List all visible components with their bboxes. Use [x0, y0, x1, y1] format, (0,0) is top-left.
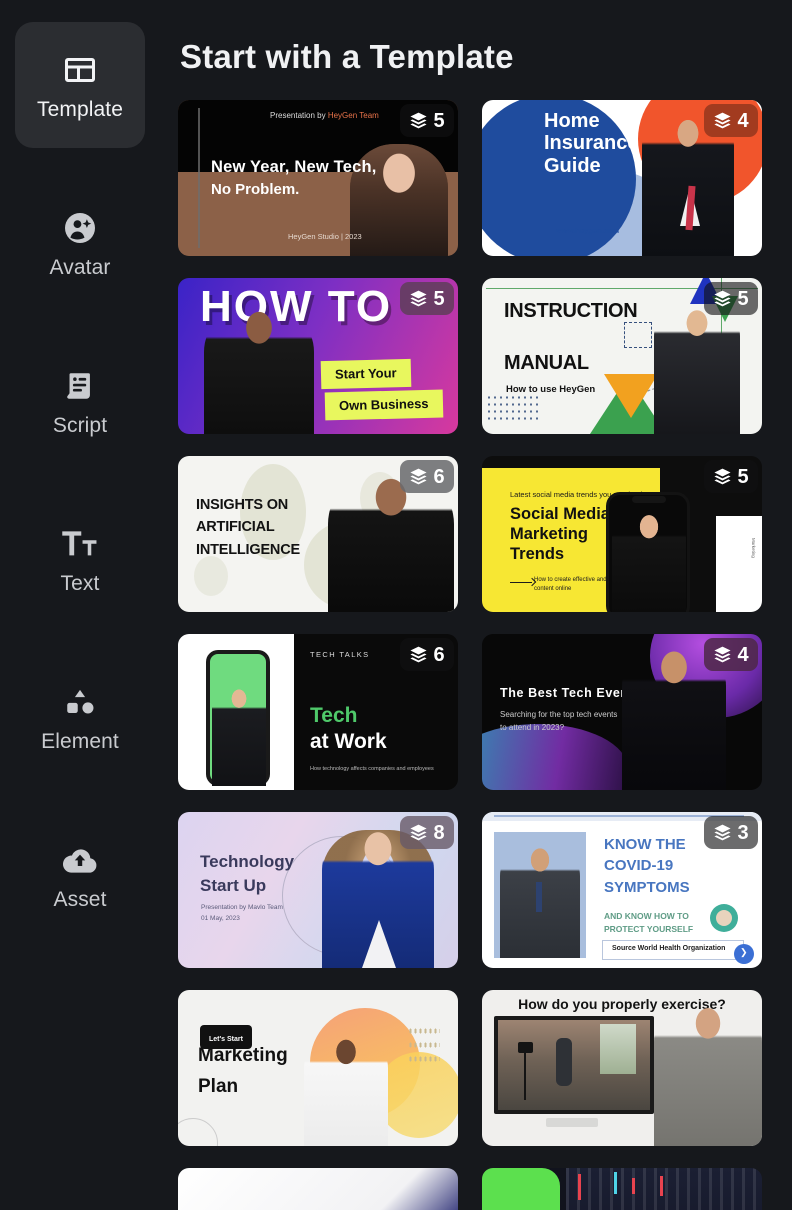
thumb-subtitle: How to use HeyGen: [506, 384, 596, 395]
scene-count-badge: 6: [400, 460, 454, 493]
layers-stack-icon: [409, 467, 428, 486]
thumb-title: Home Insurance Guide: [544, 110, 639, 177]
layers-stack-icon: [713, 823, 732, 842]
scene-count-badge: 5: [400, 104, 454, 137]
layers-stack-icon: [713, 289, 732, 308]
sidebar-item-asset[interactable]: Asset: [15, 812, 145, 938]
template-card[interactable]: Latest social media trends you need to k…: [482, 456, 762, 612]
thumb-title-line2: MANUAL: [504, 352, 589, 374]
template-grid-next-row: [178, 1168, 764, 1210]
scene-count: 5: [433, 287, 445, 310]
thumb-title-line1: New Year, New Tech,: [211, 158, 377, 176]
scene-count-badge: 4: [704, 638, 758, 671]
scene-count-badge: 3: [704, 816, 758, 849]
sidebar-item-label: Element: [41, 730, 119, 753]
thumb-url: www.heygen.com: [556, 226, 620, 235]
layers-stack-icon: [409, 823, 428, 842]
thumb-footnote: How technology affects companies and emp…: [310, 766, 434, 772]
thumb-eyebrow: TECH TALKS: [310, 650, 370, 659]
template-card[interactable]: HOW TO Start Your Own Business 5: [178, 278, 458, 434]
thumb-tag: Let's Start: [209, 1036, 243, 1043]
thumb-side-text: Marketing: [751, 538, 756, 558]
scene-count-badge: 6: [400, 638, 454, 671]
scene-count: 5: [737, 287, 749, 310]
thumb-meta: Presentation by Mavlo Team 01 May, 2023: [201, 904, 283, 923]
template-card[interactable]: [482, 1168, 762, 1210]
thumb-title-line1: Tech: [310, 704, 358, 727]
scene-count: 5: [737, 465, 749, 488]
page-title: Start with a Template: [180, 38, 514, 75]
thumb-title-line2: Start Up: [200, 876, 267, 895]
layers-stack-icon: [409, 645, 428, 664]
layers-stack-icon: [713, 467, 732, 486]
thumb-chip-1: Start Your: [334, 365, 397, 382]
template-grid: Presentation by HeyGen Team New Year, Ne…: [178, 100, 764, 1146]
sidebar-item-avatar[interactable]: Avatar: [15, 180, 145, 306]
scene-count: 6: [433, 643, 445, 666]
scene-count-badge: 8: [400, 816, 454, 849]
scene-count-badge: 5: [704, 460, 758, 493]
sidebar-item-label: Avatar: [49, 256, 111, 279]
scene-count: 3: [737, 821, 749, 844]
scene-count: 6: [433, 465, 445, 488]
template-card[interactable]: [178, 1168, 458, 1210]
sidebar-item-template[interactable]: Template: [15, 22, 145, 148]
thumb-title-line2: Plan: [198, 1076, 239, 1097]
scene-count: 4: [737, 643, 749, 666]
thumb-footer: HeyGen Studio | 2023: [288, 232, 362, 241]
scene-count-badge: 4: [704, 104, 758, 137]
text-tt-icon: [58, 522, 102, 566]
sidebar-item-label: Script: [52, 414, 108, 437]
template-card[interactable]: The Best Tech Events Guide Searching for…: [482, 634, 762, 790]
scene-count: 4: [737, 109, 749, 132]
scene-count-badge: 5: [704, 282, 758, 315]
element-shapes-icon: [58, 680, 102, 724]
thumb-source: Source World Health Organization: [612, 945, 726, 952]
sidebar-item-label: Text: [60, 572, 100, 595]
thumb-title-line2: No Problem.: [211, 181, 300, 198]
sidebar-item-element[interactable]: Element: [15, 654, 145, 780]
template-card[interactable]: TECH TALKS Tech at Work How technology a…: [178, 634, 458, 790]
thumb-byline: Presentation by HeyGen Team: [270, 111, 379, 120]
template-card[interactable]: How do you properly exercise?: [482, 990, 762, 1146]
asset-cloud-upload-icon: [58, 838, 102, 882]
sidebar-item-script[interactable]: Script: [15, 338, 145, 464]
scene-count: 8: [433, 821, 445, 844]
avatar-person-sparkle-icon: [58, 206, 102, 250]
template-card[interactable]: KNOW THE COVID-19 SYMPTOMS AND KNOW HOW …: [482, 812, 762, 968]
scene-count: 5: [433, 109, 445, 132]
template-card[interactable]: Home Insurance Guide www.heygen.com 4: [482, 100, 762, 256]
thumb-title: INSIGHTS ON ARTIFICIAL INTELLIGENCE: [196, 497, 300, 558]
layers-stack-icon: [713, 111, 732, 130]
sidebar-item-text[interactable]: Text: [15, 496, 145, 622]
thumb-title: Social Media Marketing Trends: [510, 505, 610, 564]
thumb-subtitle: AND KNOW HOW TO PROTECT YOURSELF: [604, 911, 694, 934]
template-thumbnail: How do you properly exercise?: [482, 990, 762, 1146]
template-thumbnail: Let's Start Marketing Plan: [178, 990, 458, 1146]
layers-stack-icon: [409, 111, 428, 130]
sidebar: Template Avatar Script Text Element Asse…: [0, 0, 160, 1210]
sidebar-item-label: Template: [36, 98, 123, 121]
template-layout-icon: [58, 48, 102, 92]
thumb-title-line1: Technology: [200, 852, 295, 871]
template-gallery: Start with a Template Presentation by He…: [160, 0, 792, 1210]
thumb-title-line1: Marketing: [198, 1045, 288, 1066]
scene-count-badge: 5: [400, 282, 454, 315]
template-card[interactable]: Let's Start Marketing Plan: [178, 990, 458, 1146]
sidebar-item-label: Asset: [53, 888, 107, 911]
thumb-subtitle: Searching for the top tech events to att…: [500, 710, 618, 733]
thumb-title: KNOW THE COVID-19 SYMPTOMS: [604, 836, 690, 896]
layers-stack-icon: [713, 645, 732, 664]
template-card[interactable]: Technology Start Up Presentation by Mavl…: [178, 812, 458, 968]
template-card[interactable]: INSTRUCTION MANUAL How to use HeyGen 5: [482, 278, 762, 434]
thumb-title-line1: INSTRUCTION: [504, 300, 638, 322]
thumb-title-line2: at Work: [310, 730, 387, 753]
template-card[interactable]: INSIGHTS ON ARTIFICIAL INTELLIGENCE 6: [178, 456, 458, 612]
next-arrow-icon: [734, 944, 754, 964]
app-root: Template Avatar Script Text Element Asse…: [0, 0, 792, 1210]
script-document-icon: [58, 364, 102, 408]
template-card[interactable]: Presentation by HeyGen Team New Year, Ne…: [178, 100, 458, 256]
layers-stack-icon: [409, 289, 428, 308]
thumb-chip-2: Own Business: [338, 395, 429, 414]
